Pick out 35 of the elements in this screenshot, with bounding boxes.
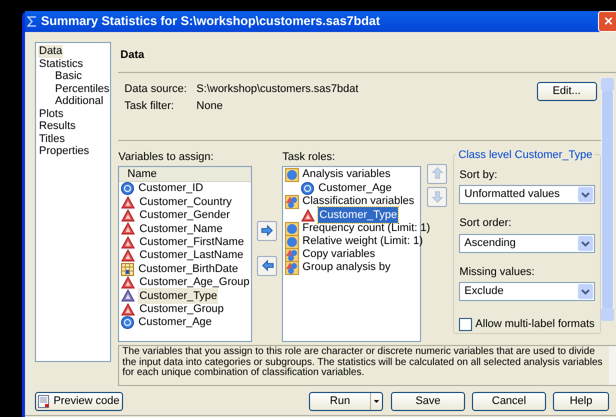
help-button[interactable]: Help	[553, 392, 609, 411]
nav-item[interactable]: Plots	[38, 108, 64, 120]
nav-item[interactable]: Data	[38, 45, 64, 58]
run-button[interactable]: Run	[309, 392, 383, 411]
nav-item[interactable]: Titles	[38, 132, 66, 145]
dropdown-field[interactable]: Ascending	[459, 234, 595, 252]
info-value: S:\workshop\customers.sas7bdat	[196, 82, 358, 96]
cancel-button[interactable]: Cancel	[472, 392, 546, 411]
field-label: Sort by:	[459, 168, 498, 182]
checkbox-label: Allow multi-label formats	[475, 317, 595, 332]
nav-item[interactable]: Percentiles	[54, 82, 110, 95]
dropdown-field[interactable]: Exclude	[459, 282, 595, 301]
field-label: Missing values:	[459, 264, 536, 280]
nav-item[interactable]: Basic	[54, 70, 83, 82]
nav-item[interactable]: Results	[38, 120, 77, 132]
section-heading: Data	[120, 48, 146, 63]
variables-label: Variables to assign:	[118, 150, 215, 164]
description-text: The variables that you assign to this role are character or discrete numeric variables that are used to divide the input data into categories or subgroups. The statistics will be calculated on all selected analysis variables for each unique combination of classification variables.	[121, 346, 604, 380]
assigned-variable[interactable]: Customer_Type	[318, 206, 398, 224]
window-title: Summary Statistics for S:\workshop\customers.sas7bdat	[41, 13, 380, 30]
info-label: Task filter:	[124, 99, 175, 114]
info-value: None	[196, 99, 223, 114]
edit-button[interactable]: Edit...	[536, 82, 597, 100]
nav-item[interactable]: Properties	[38, 145, 90, 158]
task-roles-label: Task roles:	[282, 150, 336, 164]
column-header[interactable]: Name	[119, 167, 252, 182]
dropdown-field[interactable]: Unformatted values	[459, 185, 595, 204]
variable-item[interactable]: Customer_Type	[138, 288, 218, 304]
field-label: Sort order:	[459, 216, 512, 231]
nav-item[interactable]: Statistics	[38, 58, 84, 70]
save-button[interactable]: Save	[391, 392, 465, 411]
close-button[interactable]: ×	[598, 11, 616, 32]
preview-code-button[interactable]: Preview code	[35, 392, 123, 411]
nav-item[interactable]: Additional	[54, 95, 104, 108]
info-label: Data source:	[124, 82, 188, 96]
